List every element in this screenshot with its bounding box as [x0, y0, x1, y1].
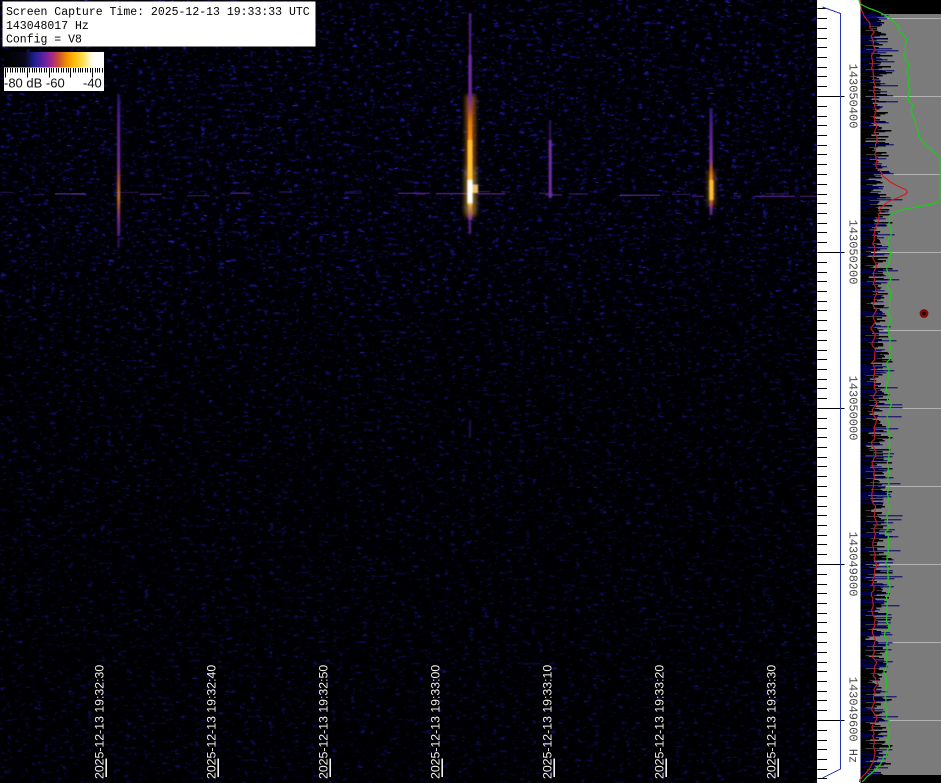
svg-text:2025-12-13 19:33:20: 2025-12-13 19:33:20 [653, 665, 667, 779]
svg-text:143050400: 143050400 [846, 64, 860, 129]
svg-text:143049800: 143049800 [846, 532, 860, 597]
svg-text:2025-12-13 19:32:50: 2025-12-13 19:32:50 [317, 665, 331, 779]
svg-text:2025-12-13 19:32:40: 2025-12-13 19:32:40 [205, 665, 219, 779]
svg-text:Config = V8: Config = V8 [6, 34, 82, 47]
svg-text:-80 dB -60: -80 dB -60 [4, 76, 65, 91]
svg-text:2025-12-13 19:33:10: 2025-12-13 19:33:10 [541, 665, 555, 779]
svg-text:143050200: 143050200 [846, 220, 860, 285]
svg-text:143048017 Hz: 143048017 Hz [6, 20, 89, 33]
svg-text:143049600 Hz: 143049600 Hz [846, 677, 860, 763]
svg-text:Screen Capture Time: 2025-12-1: Screen Capture Time: 2025-12-13 19:33:33… [6, 6, 310, 19]
svg-text:143050000: 143050000 [846, 376, 860, 441]
svg-text:-40: -40 [83, 76, 102, 91]
svg-text:2025-12-13 19:33:00: 2025-12-13 19:33:00 [429, 665, 443, 779]
svg-text:2025-12-13 19:32:30: 2025-12-13 19:32:30 [93, 665, 107, 779]
svg-text:2025-12-13 19:33:30: 2025-12-13 19:33:30 [765, 665, 779, 779]
